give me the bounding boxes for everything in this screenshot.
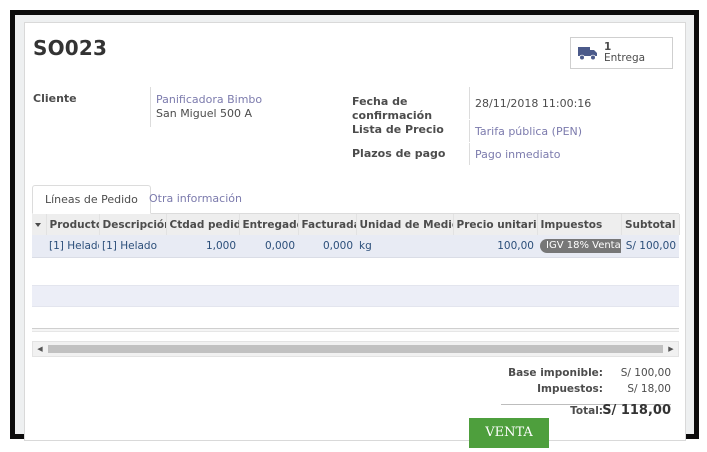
order-lines-table: Producto Descripción Ctdad pedida Entreg…: [32, 214, 680, 258]
customer-address: San Miguel 500 A: [156, 107, 253, 120]
total-value: S/ 118,00: [602, 403, 671, 418]
table-footer: [32, 328, 679, 332]
payment-terms-label: Plazos de pago: [352, 147, 446, 160]
scroll-right-icon[interactable]: ▶: [664, 342, 678, 356]
cell-uom[interactable]: kg: [356, 235, 453, 258]
empty-row[interactable]: [32, 285, 679, 307]
customer-separator: [150, 87, 151, 127]
row-handle: [32, 235, 46, 258]
customer-label: Cliente: [33, 92, 77, 105]
screenshot-frame: SO023 1 Entrega Cliente Panificadora Bim…: [10, 10, 699, 441]
column-header-product[interactable]: Producto: [46, 214, 100, 235]
cell-description[interactable]: [1] Helado: [99, 235, 166, 258]
cell-unit-price[interactable]: 100,00: [453, 235, 537, 258]
totals-panel: Base imponible: S/ 100,00 Impuestos: S/ …: [496, 367, 671, 423]
column-header-invoiced[interactable]: Facturada: [298, 214, 357, 235]
tab-other-info[interactable]: Otra información: [137, 185, 254, 214]
pricelist-link[interactable]: Tarifa pública (PEN): [475, 125, 582, 138]
date-separator: [469, 87, 470, 119]
cell-invoiced[interactable]: 0,000: [298, 235, 356, 258]
tax-row: Impuestos: S/ 18,00: [496, 383, 671, 399]
cell-qty-ordered[interactable]: 1,000: [166, 235, 239, 258]
scrollbar-thumb[interactable]: [48, 345, 663, 353]
delivery-stat-button[interactable]: 1 Entrega: [570, 37, 673, 69]
column-header-taxes[interactable]: Impuestos: [537, 214, 622, 235]
cell-delivered[interactable]: 0,000: [239, 235, 298, 258]
cell-product[interactable]: [1] Helado: [46, 235, 99, 258]
payment-terms-separator: [469, 143, 470, 165]
tax-value: S/ 18,00: [627, 383, 671, 395]
customer-name-link[interactable]: Panificadora Bimbo: [156, 93, 262, 106]
delivery-label: Entrega: [604, 52, 646, 64]
confirmation-date-value: 28/11/2018 11:00:16: [475, 97, 592, 110]
tax-badge: IGV 18% Venta: [540, 238, 621, 253]
column-toggle[interactable]: [32, 214, 47, 235]
column-header-qty-ordered[interactable]: Ctdad pedida: [166, 214, 240, 235]
truck-icon: [578, 47, 597, 61]
total-label: Total:: [570, 405, 603, 417]
column-header-description[interactable]: Descripción: [99, 214, 167, 235]
confirmation-date-label-2: confirmación: [352, 109, 433, 122]
pricelist-label: Lista de Precio: [352, 123, 444, 136]
cell-subtotal: S/ 100,00: [621, 235, 679, 258]
tax-label: Impuestos:: [537, 383, 603, 395]
column-header-subtotal[interactable]: Subtotal: [621, 214, 680, 235]
column-header-delivered[interactable]: Entregado: [239, 214, 299, 235]
cell-taxes[interactable]: IGV 18% Venta: [537, 235, 621, 258]
payment-terms-link[interactable]: Pago inmediato: [475, 148, 560, 161]
base-label: Base imponible:: [508, 367, 603, 379]
table-row[interactable]: [1] Helado [1] Helado 1,000 0,000 0,000 …: [32, 235, 679, 258]
order-title: SO023: [33, 36, 108, 60]
scroll-left-icon[interactable]: ◀: [33, 342, 47, 356]
column-header-unit-price[interactable]: Precio unitario: [453, 214, 538, 235]
form-sheet: SO023 1 Entrega Cliente Panificadora Bim…: [24, 22, 686, 441]
column-header-uom[interactable]: Unidad de Medida: [356, 214, 454, 235]
pricelist-separator: [469, 120, 470, 142]
base-row: Base imponible: S/ 100,00: [496, 367, 671, 383]
horizontal-scrollbar[interactable]: ◀ ▶: [32, 341, 679, 357]
notebook-tabs: Líneas de Pedido Otra información: [32, 185, 679, 214]
base-value: S/ 100,00: [620, 367, 671, 379]
table-header: Producto Descripción Ctdad pedida Entreg…: [32, 214, 680, 235]
confirmation-date-label-1: Fecha de: [352, 95, 408, 108]
venta-label-tag: VENTA: [469, 418, 549, 448]
caret-down-icon: [35, 222, 41, 227]
tab-order-lines[interactable]: Líneas de Pedido: [32, 185, 151, 214]
